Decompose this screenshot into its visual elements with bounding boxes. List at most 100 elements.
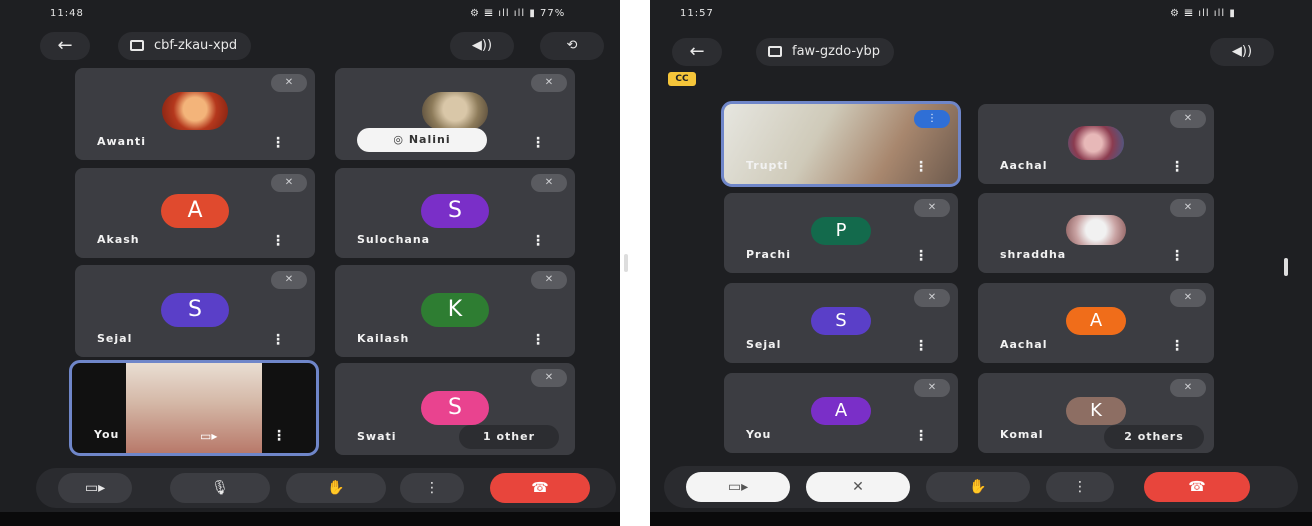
self-video-tile[interactable]: You ▭▸ ⋮ <box>69 360 319 456</box>
more-options-icon[interactable]: ⋮ <box>271 234 285 248</box>
end-call-icon: ☎ <box>1188 479 1206 495</box>
participant-name: Prachi <box>746 248 792 261</box>
more-options-icon[interactable]: ⋮ <box>271 333 285 347</box>
participant-tile[interactable]: ✕ ◎ Nalini ⋮ <box>335 68 575 160</box>
participant-name: Trupti <box>746 159 789 172</box>
more-options-icon[interactable]: ⋮ <box>272 429 286 443</box>
more-vert-icon: ⋮ <box>425 480 439 496</box>
participant-name: Sejal <box>746 338 782 351</box>
avatar: S <box>421 391 489 425</box>
participant-tile[interactable]: ✕ A Aachal ⋮ <box>978 283 1214 363</box>
scroll-indicator[interactable] <box>1284 258 1288 276</box>
participant-name: Aachal <box>1000 159 1048 172</box>
more-button[interactable]: ⋮ <box>1046 472 1114 502</box>
back-button[interactable]: ← <box>40 32 90 60</box>
avatar: K <box>1066 397 1126 425</box>
participant-name: Swati <box>357 430 397 443</box>
avatar: A <box>811 397 871 425</box>
others-count-chip[interactable]: 2 others <box>1104 425 1204 449</box>
camera-toggle-button[interactable]: ▭▸ <box>58 473 132 503</box>
back-arrow-icon: ← <box>689 41 705 62</box>
participant-tile[interactable]: ✕ shraddha ⋮ <box>978 193 1214 273</box>
speaker-button[interactable]: ◀)) <box>450 32 514 60</box>
raise-hand-button[interactable]: ✋ <box>926 472 1030 502</box>
speaker-icon: ◀)) <box>471 38 493 53</box>
more-options-icon[interactable]: ⋮ <box>914 429 928 443</box>
more-options-icon[interactable]: ⋮ <box>271 136 285 150</box>
participant-tile[interactable]: ✕ S Sulochana ⋮ <box>335 168 575 258</box>
more-button[interactable]: ⋮ <box>400 473 464 503</box>
more-vert-icon: ⋮ <box>1073 479 1087 495</box>
end-call-icon: ☎ <box>531 480 549 496</box>
participant-tile[interactable]: ✕ K Kailash ⋮ <box>335 265 575 357</box>
meeting-code: faw-gzdo-ybp <box>792 44 881 59</box>
participant-name: You <box>94 428 120 441</box>
speaker-button[interactable]: ◀)) <box>1210 38 1274 66</box>
participant-name: Sejal <box>97 332 133 345</box>
back-arrow-icon: ← <box>57 35 73 56</box>
meeting-code-button[interactable]: faw-gzdo-ybp <box>756 38 895 66</box>
participant-name: Sulochana <box>357 233 431 246</box>
mic-off-icon: ✕ <box>914 199 950 217</box>
participant-name: Kailash <box>357 332 410 345</box>
switch-camera-button[interactable]: ⟲ <box>540 32 604 60</box>
status-icons: ⚙ 𝌆 ıll ıll ▮ <box>1170 8 1236 19</box>
raise-hand-button[interactable]: ✋ <box>286 473 386 503</box>
participant-tile[interactable]: ✕ Aachal ⋮ <box>978 104 1214 184</box>
captions-badge[interactable]: CC <box>668 72 696 86</box>
mic-off-icon: ✕ <box>1170 289 1206 307</box>
speaker-icon: ◀)) <box>1231 44 1253 59</box>
participant-photo <box>162 92 228 130</box>
self-tile[interactable]: ✕ A You ⋮ <box>724 373 958 453</box>
more-options-icon[interactable]: ⋮ <box>914 160 928 174</box>
participant-name: You <box>746 428 772 441</box>
participant-tile[interactable]: ✕ P Prachi ⋮ <box>724 193 958 273</box>
mic-off-icon: ✕ <box>271 271 307 289</box>
more-options-icon[interactable]: ⋮ <box>1170 249 1184 263</box>
participant-name: Awanti <box>97 135 146 148</box>
more-options-icon[interactable]: ⋮ <box>1170 160 1184 174</box>
status-icons: ⚙ 𝌆 ıll ıll ▮ 77% <box>470 8 566 19</box>
end-call-button[interactable]: ☎ <box>1144 472 1250 502</box>
participant-photo <box>1068 126 1124 160</box>
hand-icon: ✋ <box>969 479 987 495</box>
camera-toggle-button[interactable]: ▭▸ <box>686 472 790 502</box>
others-count-chip[interactable]: 1 other <box>459 425 559 449</box>
avatar: K <box>421 293 489 327</box>
calendar-icon <box>130 40 144 51</box>
participant-name: Akash <box>97 233 140 246</box>
android-nav-bar <box>0 512 620 526</box>
more-options-icon[interactable]: ⋮ <box>531 234 545 248</box>
more-options-icon[interactable]: ⋮ <box>1170 339 1184 353</box>
meeting-code-button[interactable]: cbf-zkau-xpd <box>118 32 252 60</box>
participant-tile[interactable]: ✕ Awanti ⋮ <box>75 68 315 160</box>
switch-camera-icon: ⟲ <box>566 38 578 53</box>
participant-name: shraddha <box>1000 248 1067 261</box>
mic-off-icon: ✕ <box>531 74 567 92</box>
more-options-icon[interactable]: ⋮ <box>531 333 545 347</box>
scroll-indicator[interactable] <box>624 254 628 272</box>
participant-tile[interactable]: ✕ S Swati 1 other <box>335 363 575 455</box>
mic-toggle-button[interactable]: 🎙 <box>170 473 270 503</box>
participant-tile[interactable]: ✕ K Komal 2 others <box>978 373 1214 453</box>
more-options-icon[interactable]: ⋮ <box>914 249 928 263</box>
more-options-icon[interactable]: ⋮ <box>531 136 545 150</box>
participant-photo <box>422 92 488 130</box>
participant-tile[interactable]: ✕ S Sejal ⋮ <box>724 283 958 363</box>
video-icon: ▭▸ <box>84 480 106 496</box>
participant-video-tile[interactable]: ⋮ Trupti ⋮ <box>721 101 961 187</box>
mic-off-icon: ✕ <box>1170 379 1206 397</box>
end-call-button[interactable]: ☎ <box>490 473 590 503</box>
back-button[interactable]: ← <box>672 38 722 66</box>
camera-icon: ▭▸ <box>200 429 218 443</box>
mic-off-icon: ✕ <box>914 289 950 307</box>
more-options-icon[interactable]: ⋮ <box>914 339 928 353</box>
participant-name: Aachal <box>1000 338 1048 351</box>
meeting-code: cbf-zkau-xpd <box>154 38 238 53</box>
mic-off-icon: ✕ <box>914 379 950 397</box>
participant-tile[interactable]: ✕ S Sejal ⋮ <box>75 265 315 357</box>
mic-toggle-button[interactable]: ✕ <box>806 472 910 502</box>
participant-tile[interactable]: ✕ A Akash ⋮ <box>75 168 315 258</box>
speaking-indicator-icon: ⋮ <box>914 110 950 128</box>
pinned-chip[interactable]: ◎ Nalini <box>357 128 487 152</box>
